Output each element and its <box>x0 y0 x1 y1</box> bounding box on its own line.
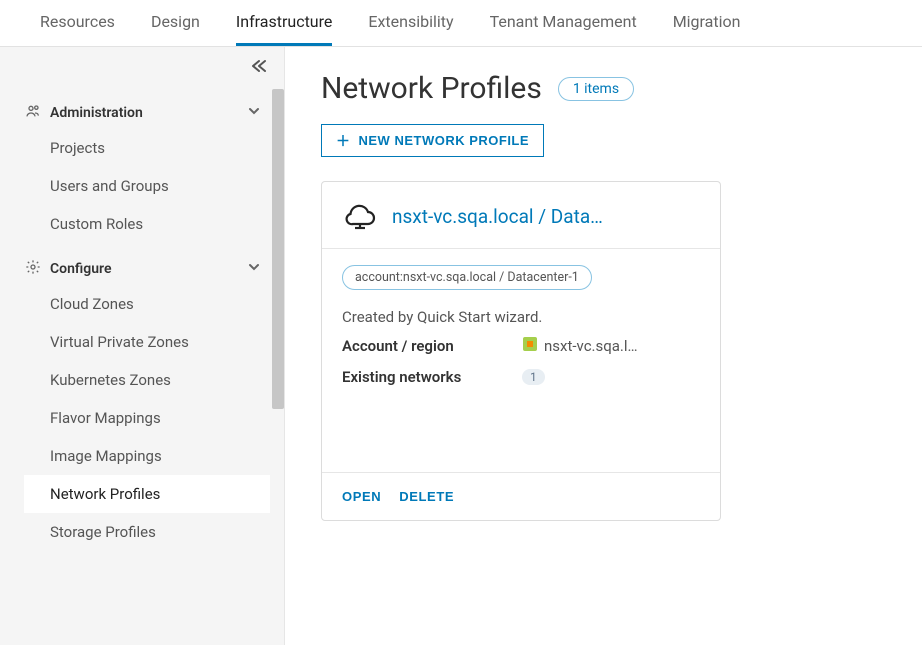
existing-networks-count: 1 <box>522 369 545 385</box>
tab-tenant-management[interactable]: Tenant Management <box>490 12 637 46</box>
sidebar-item-users-and-groups[interactable]: Users and Groups <box>24 167 270 205</box>
sidebar-item-custom-roles[interactable]: Custom Roles <box>24 205 270 243</box>
account-region-label: Account / region <box>342 337 522 355</box>
sidebar-section-administration[interactable]: Administration <box>24 97 284 129</box>
new-button-label: NEW NETWORK PROFILE <box>359 133 530 148</box>
plus-icon: ＋ <box>336 134 351 148</box>
sidebar-section-configure[interactable]: Configure <box>24 253 284 285</box>
sidebar-item-flavor-mappings[interactable]: Flavor Mappings <box>24 399 270 437</box>
network-profile-card: nsxt-vc.sqa.local / Data… account:nsxt-v… <box>321 181 721 521</box>
sidebar-item-virtual-private-zones[interactable]: Virtual Private Zones <box>24 323 270 361</box>
open-button[interactable]: OPEN <box>342 489 381 504</box>
sidebar-item-cloud-zones[interactable]: Cloud Zones <box>24 285 270 323</box>
sidebar-item-kubernetes-zones[interactable]: Kubernetes Zones <box>24 361 270 399</box>
sidebar-item-image-mappings[interactable]: Image Mappings <box>24 437 270 475</box>
items-count-pill: 1 items <box>558 77 634 101</box>
card-title-link[interactable]: nsxt-vc.sqa.local / Data… <box>392 205 603 228</box>
account-tag-pill[interactable]: account:nsxt-vc.sqa.local / Datacenter-1 <box>342 265 592 290</box>
sidebar-section-label: Configure <box>50 261 111 277</box>
sidebar: Administration Projects Users and Groups… <box>0 47 285 645</box>
gear-icon <box>24 259 42 279</box>
tab-resources[interactable]: Resources <box>40 12 115 46</box>
page-title: Network Profiles <box>321 71 542 106</box>
sidebar-scrollbar[interactable] <box>272 89 284 409</box>
tab-design[interactable]: Design <box>151 12 200 46</box>
sidebar-collapse-icon[interactable] <box>250 57 268 78</box>
card-description: Created by Quick Start wizard. <box>322 300 720 330</box>
tab-migration[interactable]: Migration <box>673 12 741 46</box>
delete-button[interactable]: DELETE <box>399 489 454 504</box>
sidebar-section-label: Administration <box>50 105 143 121</box>
main-content: Network Profiles 1 items ＋ NEW NETWORK P… <box>285 47 922 645</box>
cloud-icon <box>342 202 378 230</box>
chevron-down-icon <box>248 105 260 121</box>
existing-networks-label: Existing networks <box>342 368 522 386</box>
account-region-value: nsxt-vc.sqa.l… <box>544 337 638 355</box>
top-tabs: Resources Design Infrastructure Extensib… <box>0 0 922 47</box>
vcenter-icon <box>522 336 538 356</box>
sidebar-item-projects[interactable]: Projects <box>24 129 270 167</box>
users-icon <box>24 103 42 123</box>
sidebar-item-network-profiles[interactable]: Network Profiles <box>24 475 270 513</box>
tab-extensibility[interactable]: Extensibility <box>368 12 453 46</box>
tab-infrastructure[interactable]: Infrastructure <box>236 12 332 46</box>
chevron-down-icon <box>248 261 260 277</box>
new-network-profile-button[interactable]: ＋ NEW NETWORK PROFILE <box>321 124 544 157</box>
sidebar-item-storage-profiles[interactable]: Storage Profiles <box>24 513 270 551</box>
